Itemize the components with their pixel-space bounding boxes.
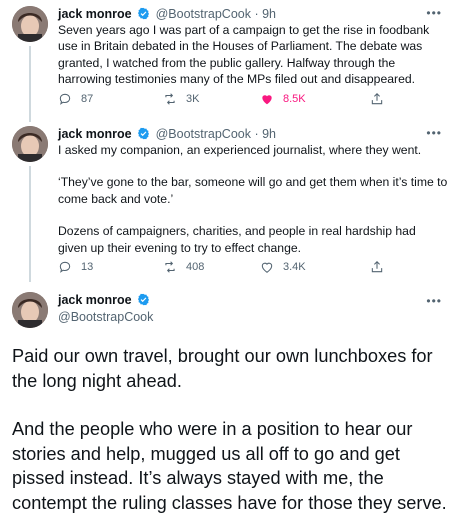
tweet-3-focused: jack monroe @BootstrapCook ••• Paid our … xyxy=(0,282,460,513)
author-handle[interactable]: @BootstrapCook · 9h xyxy=(156,127,276,141)
tweet-text: I asked my companion, an experienced jou… xyxy=(58,142,448,256)
author-name[interactable]: jack monroe xyxy=(58,127,132,141)
tweet-paragraph: ‘They’ve gone to the bar, someone will g… xyxy=(58,175,448,206)
author-name[interactable]: jack monroe xyxy=(58,293,132,307)
tweet-text: Paid our own travel, brought our own lun… xyxy=(12,344,452,515)
tweet-actions: 13 408 3.4K xyxy=(58,260,418,276)
avatar[interactable] xyxy=(12,6,48,42)
tweet-2[interactable]: jack monroe @BootstrapCook · 9h ••• I as… xyxy=(0,122,460,282)
heart-icon xyxy=(261,262,273,273)
tweet-actions: 87 3K 8.5K xyxy=(58,92,418,108)
verified-badge-icon xyxy=(138,293,150,306)
like-button[interactable]: 3.4K xyxy=(260,260,306,274)
verified-badge-icon xyxy=(138,7,150,20)
retweet-button[interactable]: 3K xyxy=(163,92,199,106)
retweet-count: 3K xyxy=(186,93,200,105)
like-button[interactable]: 8.5K xyxy=(260,92,306,106)
thread-line xyxy=(29,46,31,122)
reply-count: 87 xyxy=(81,93,94,105)
tweet-paragraph: Dozens of campaigners, charities, and pe… xyxy=(58,224,416,255)
like-count: 8.5K xyxy=(283,93,306,105)
tweet-header: jack monroe @BootstrapCook · 9h xyxy=(58,126,276,142)
like-count: 3.4K xyxy=(283,261,306,273)
more-icon[interactable]: ••• xyxy=(426,294,442,308)
reply-button[interactable]: 87 xyxy=(58,92,93,106)
tweet-1[interactable]: jack monroe @BootstrapCook · 9h ••• Seve… xyxy=(0,0,460,122)
avatar[interactable] xyxy=(12,126,48,162)
heart-icon xyxy=(262,95,272,105)
tweet-text: Seven years ago I was part of a campaign… xyxy=(58,22,448,88)
reply-button[interactable]: 13 xyxy=(58,260,93,274)
more-icon[interactable]: ••• xyxy=(426,126,442,140)
reply-icon xyxy=(59,261,71,273)
avatar[interactable] xyxy=(12,292,48,328)
tweet-paragraph: Seven years ago I was part of a campaign… xyxy=(58,23,430,87)
author-handle[interactable]: @BootstrapCook xyxy=(58,309,153,325)
share-icon xyxy=(371,261,383,273)
author-name-row: jack monroe xyxy=(58,292,152,308)
retweet-count: 408 xyxy=(186,261,205,273)
share-icon xyxy=(371,93,383,105)
more-icon[interactable]: ••• xyxy=(426,6,442,20)
retweet-button[interactable]: 408 xyxy=(163,260,204,274)
retweet-icon xyxy=(165,93,175,105)
tweet-paragraph: I asked my companion, an experienced jou… xyxy=(58,143,422,157)
tweet-header: jack monroe @BootstrapCook · 9h xyxy=(58,6,276,22)
tweet-paragraph: And the people who were in a position to… xyxy=(12,419,447,513)
author-name[interactable]: jack monroe xyxy=(58,7,132,21)
share-button[interactable] xyxy=(370,260,384,274)
reply-icon xyxy=(59,93,71,105)
tweet-paragraph: Paid our own travel, brought our own lun… xyxy=(12,346,433,391)
reply-count: 13 xyxy=(81,261,94,273)
retweet-icon xyxy=(165,261,175,273)
thread-line xyxy=(29,166,31,282)
verified-badge-icon xyxy=(138,127,150,140)
share-button[interactable] xyxy=(370,92,384,106)
author-handle[interactable]: @BootstrapCook · 9h xyxy=(156,7,276,21)
